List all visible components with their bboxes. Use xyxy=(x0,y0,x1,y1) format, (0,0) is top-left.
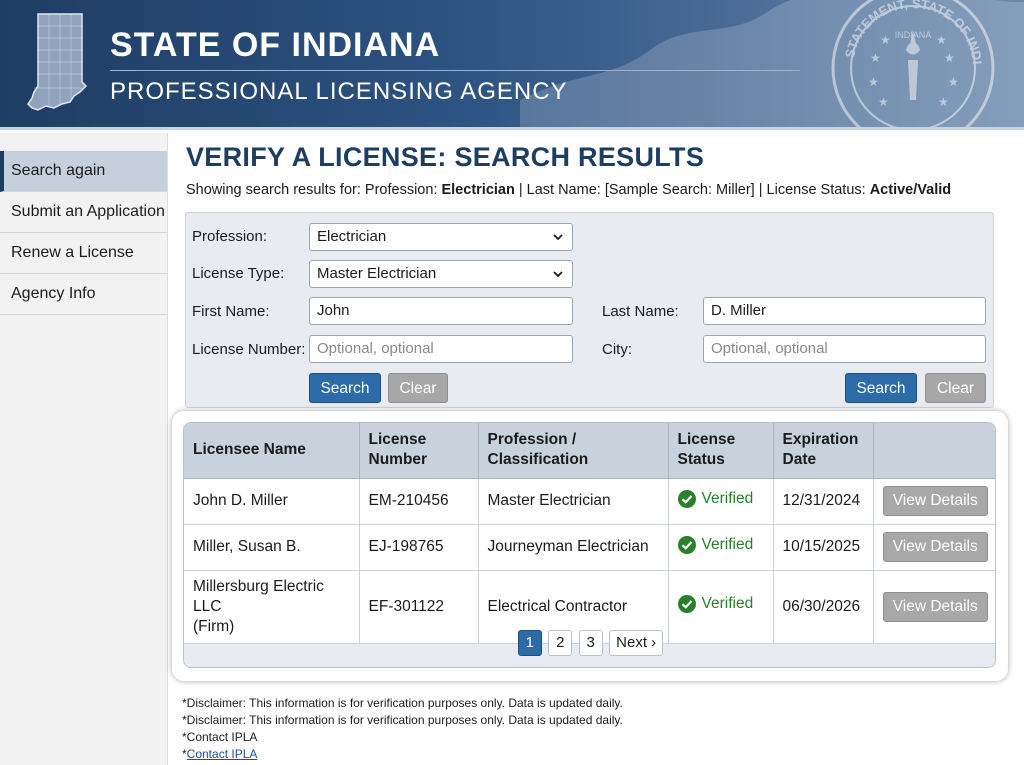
license-status: Verified xyxy=(668,524,774,571)
profession-select-value: Electrician xyxy=(317,228,387,245)
license-type-label: License Type: xyxy=(192,265,285,282)
svg-text:★: ★ xyxy=(948,75,959,89)
status-text: Verified xyxy=(701,535,754,553)
column-header-expiration-date: Expiration Date xyxy=(773,423,874,479)
title-divider xyxy=(110,70,800,71)
expiration-date: 12/31/2024 xyxy=(773,478,874,525)
contact-line: *Contact IPLA xyxy=(182,747,258,761)
search-form-panel: Profession: Electrician License Type: Ma… xyxy=(185,212,994,408)
summary-middle: | Last Name: [Sample Search: Miller] | L… xyxy=(514,182,870,198)
summary-status: Active/Valid xyxy=(869,182,952,198)
license-number-label: License Number: xyxy=(192,341,306,358)
license-number: EM-210456 xyxy=(359,478,479,525)
chevron-down-icon xyxy=(553,271,563,278)
column-header-license-number: License Number xyxy=(359,423,479,479)
results-table: Licensee Name License Number Profession /… xyxy=(184,423,995,644)
license-type-select-value: Master Electrician xyxy=(317,265,437,282)
indiana-state-outline-icon xyxy=(27,13,88,111)
expiration-date: 10/15/2025 xyxy=(773,524,874,571)
svg-text:★: ★ xyxy=(868,75,879,89)
clear-button-secondary[interactable]: Clear xyxy=(925,373,986,403)
check-circle-icon xyxy=(677,595,696,613)
disclaimers: *Disclaimer: This information is for ver… xyxy=(182,695,623,763)
license-status: Verified xyxy=(668,478,774,525)
city-field[interactable]: Optional, optional xyxy=(703,335,986,363)
agency-name: PROFESSIONAL LICENSING AGENCY xyxy=(110,78,568,105)
view-details-button[interactable]: View Details xyxy=(882,591,988,622)
clear-button[interactable]: Clear xyxy=(388,373,448,403)
actions-cell: View Details xyxy=(873,478,995,525)
page-1-button[interactable]: 1 xyxy=(517,630,542,656)
svg-text:★: ★ xyxy=(938,95,949,109)
svg-text:★: ★ xyxy=(870,51,881,65)
first-name-label: First Name: xyxy=(192,303,270,320)
view-details-button[interactable]: View Details xyxy=(882,486,988,516)
column-header-actions xyxy=(873,423,995,479)
table-row: John D. Miller EM-210456 Master Electric… xyxy=(184,478,995,525)
license-number-field[interactable]: Optional, optional xyxy=(309,335,573,363)
search-criteria-summary: Showing search results for: Profession: … xyxy=(186,182,951,198)
table-row: Miller, Susan B. EJ-198765 Journeyman El… xyxy=(184,524,995,571)
first-name-field[interactable]: John xyxy=(309,297,573,325)
view-details-button[interactable]: View Details xyxy=(882,532,988,562)
contact-text: *Contact IPLA xyxy=(182,730,258,744)
svg-text:★: ★ xyxy=(944,51,955,65)
site-title: STATE OF INDIANA xyxy=(110,26,441,64)
search-button[interactable]: Search xyxy=(309,373,381,403)
check-circle-icon xyxy=(677,489,696,508)
status-text: Verified xyxy=(701,595,754,612)
results-table-container: Licensee Name License Number Profession /… xyxy=(183,422,996,668)
summary-profession: Electrician xyxy=(441,182,515,198)
search-button-secondary[interactable]: Search xyxy=(845,373,917,403)
site-header: STATE OF INDIANA PROFESSIONAL LICENSING … xyxy=(0,0,1024,130)
last-name-field[interactable]: D. Miller xyxy=(703,297,986,325)
actions-cell: View Details xyxy=(873,524,995,571)
table-header-row: Licensee Name License Number Profession /… xyxy=(184,423,995,479)
chevron-down-icon xyxy=(553,234,563,241)
svg-text:★: ★ xyxy=(880,33,891,47)
status-text: Verified xyxy=(701,489,754,507)
profession: Journeyman Electrician xyxy=(478,524,669,571)
column-header-license-status: License Status xyxy=(668,423,774,479)
pagination: 1 2 3 Next › xyxy=(184,630,995,660)
license-number: EJ-198765 xyxy=(359,524,479,571)
page-title: VERIFY A LICENSE: SEARCH RESULTS xyxy=(186,142,705,172)
sidebar-item-search-again[interactable]: Search again xyxy=(0,151,167,192)
next-page-button[interactable]: Next › xyxy=(609,630,664,656)
svg-text:★: ★ xyxy=(936,33,947,47)
check-circle-icon xyxy=(677,535,696,554)
page-2-button[interactable]: 2 xyxy=(548,630,573,656)
results-card: Licensee Name License Number Profession /… xyxy=(172,411,1008,681)
profession: Master Electrician xyxy=(478,478,669,525)
city-label: City: xyxy=(602,341,632,358)
disclaimer-text: *Disclaimer: This information is for ver… xyxy=(182,696,623,710)
licensee-name: John D. Miller xyxy=(184,478,360,525)
sidebar-item-submit-application[interactable]: Submit an Application xyxy=(0,192,167,233)
contact-ipla-link[interactable]: Contact IPLA xyxy=(187,747,258,761)
summary-prefix: Showing search results for: Profession: xyxy=(186,182,442,198)
last-name-label: Last Name: xyxy=(602,303,679,320)
sidebar-item-agency-info[interactable]: Agency Info xyxy=(0,274,167,315)
state-seal-icon: STATEMENT, STATE OF INDIANA INDIANA ★★★★… xyxy=(828,0,995,127)
licensee-name: Miller, Susan B. xyxy=(184,524,360,571)
sidebar-nav: Search again Submit an Application Renew… xyxy=(0,151,167,315)
sidebar-item-renew-license[interactable]: Renew a License xyxy=(0,233,167,274)
profession-label: Profession: xyxy=(192,228,268,245)
svg-text:★: ★ xyxy=(878,95,889,109)
column-header-licensee-name: Licensee Name xyxy=(184,423,360,479)
column-header-profession: Profession / Classification xyxy=(478,423,669,479)
disclaimer-text: *Disclaimer: This information is for ver… xyxy=(182,713,623,727)
license-type-select[interactable]: Master Electrician xyxy=(309,260,573,288)
profession-select[interactable]: Electrician xyxy=(309,223,573,251)
page-3-button[interactable]: 3 xyxy=(578,630,603,656)
sidebar: Search again Submit an Application Renew… xyxy=(0,133,168,765)
